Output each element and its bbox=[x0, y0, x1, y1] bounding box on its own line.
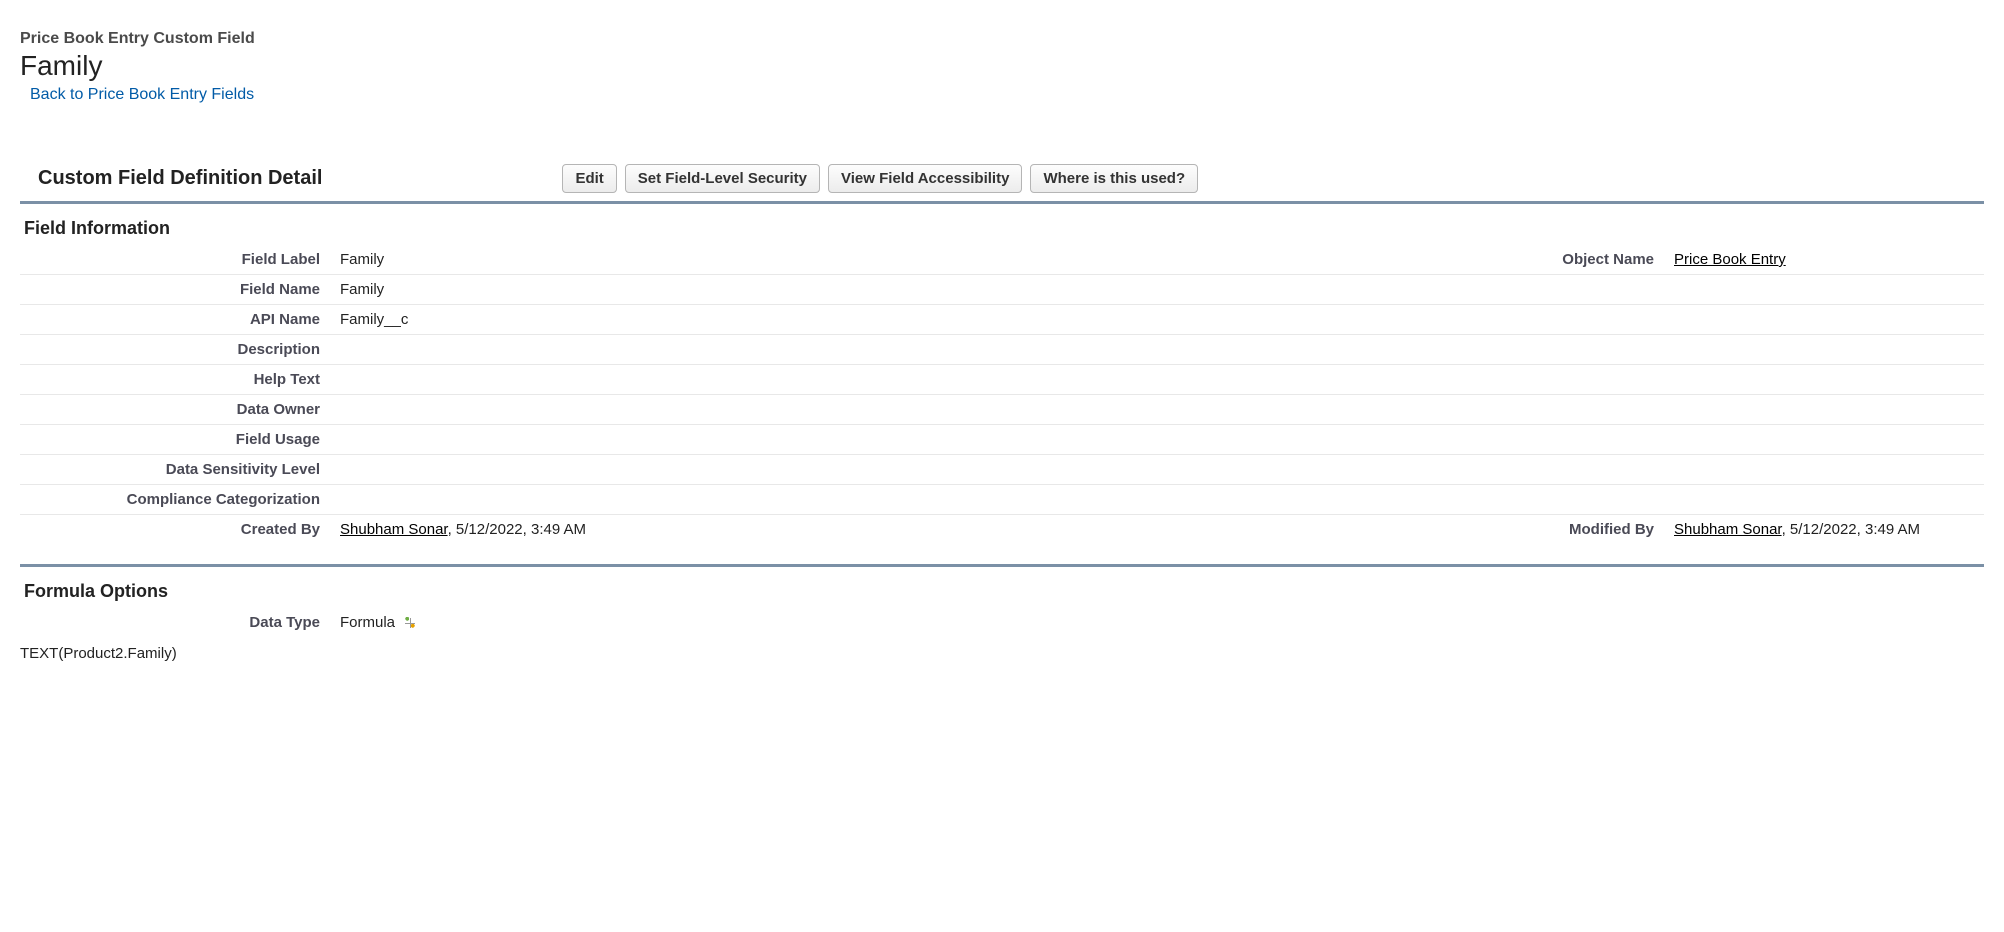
formula-icon bbox=[403, 616, 417, 630]
back-link[interactable]: Back to Price Book Entry Fields bbox=[30, 86, 254, 103]
value-created-by: Shubham Sonar, 5/12/2022, 3:49 AM bbox=[330, 515, 1464, 545]
detail-section-title: Custom Field Definition Detail bbox=[38, 167, 322, 190]
view-field-accessibility-button[interactable]: View Field Accessibility bbox=[828, 164, 1022, 193]
value-field-label: Family bbox=[330, 245, 1464, 275]
label-field-name: Field Name bbox=[20, 275, 330, 305]
label-field-usage: Field Usage bbox=[20, 425, 330, 455]
label-object-name: Object Name bbox=[1464, 245, 1664, 275]
value-field-name: Family bbox=[330, 275, 1464, 305]
page-subtitle: Price Book Entry Custom Field bbox=[20, 30, 1984, 48]
data-type-text: Formula bbox=[340, 614, 395, 631]
label-data-owner: Data Owner bbox=[20, 395, 330, 425]
value-data-sensitivity-level bbox=[330, 455, 1464, 485]
value-modified-by: Shubham Sonar, 5/12/2022, 3:49 AM bbox=[1664, 515, 1984, 545]
value-data-owner bbox=[330, 395, 1464, 425]
value-api-name: Family__c bbox=[330, 305, 1464, 335]
value-description bbox=[330, 335, 1464, 365]
modified-by-date: , 5/12/2022, 3:49 AM bbox=[1782, 521, 1920, 538]
label-data-type: Data Type bbox=[20, 608, 330, 637]
created-by-user-link[interactable]: Shubham Sonar bbox=[340, 521, 448, 538]
formula-expression: TEXT(Product2.Family) bbox=[20, 637, 1984, 662]
value-compliance-categorization bbox=[330, 485, 1464, 515]
modified-by-user-link[interactable]: Shubham Sonar bbox=[1674, 521, 1782, 538]
label-api-name: API Name bbox=[20, 305, 330, 335]
set-field-level-security-button[interactable]: Set Field-Level Security bbox=[625, 164, 820, 193]
label-modified-by: Modified By bbox=[1464, 515, 1664, 545]
where-is-this-used-button[interactable]: Where is this used? bbox=[1030, 164, 1198, 193]
value-object-name-link[interactable]: Price Book Entry bbox=[1674, 251, 1786, 268]
label-created-by: Created By bbox=[20, 515, 330, 545]
formula-options-heading: Formula Options bbox=[24, 581, 1984, 602]
field-information-table: Field Label Family Object Name Price Boo… bbox=[20, 245, 1984, 544]
formula-options-table: Data Type Formula bbox=[20, 608, 1984, 637]
field-information-heading: Field Information bbox=[24, 218, 1984, 239]
page-title: Family bbox=[20, 50, 1984, 82]
label-data-sensitivity-level: Data Sensitivity Level bbox=[20, 455, 330, 485]
label-help-text: Help Text bbox=[20, 365, 330, 395]
value-help-text bbox=[330, 365, 1464, 395]
value-data-type: Formula bbox=[330, 608, 1464, 637]
label-description: Description bbox=[20, 335, 330, 365]
value-field-usage bbox=[330, 425, 1464, 455]
label-field-label: Field Label bbox=[20, 245, 330, 275]
edit-button[interactable]: Edit bbox=[562, 164, 616, 193]
button-bar: Edit Set Field-Level Security View Field… bbox=[562, 164, 1198, 193]
label-compliance-categorization: Compliance Categorization bbox=[20, 485, 330, 515]
created-by-date: , 5/12/2022, 3:49 AM bbox=[448, 521, 586, 538]
